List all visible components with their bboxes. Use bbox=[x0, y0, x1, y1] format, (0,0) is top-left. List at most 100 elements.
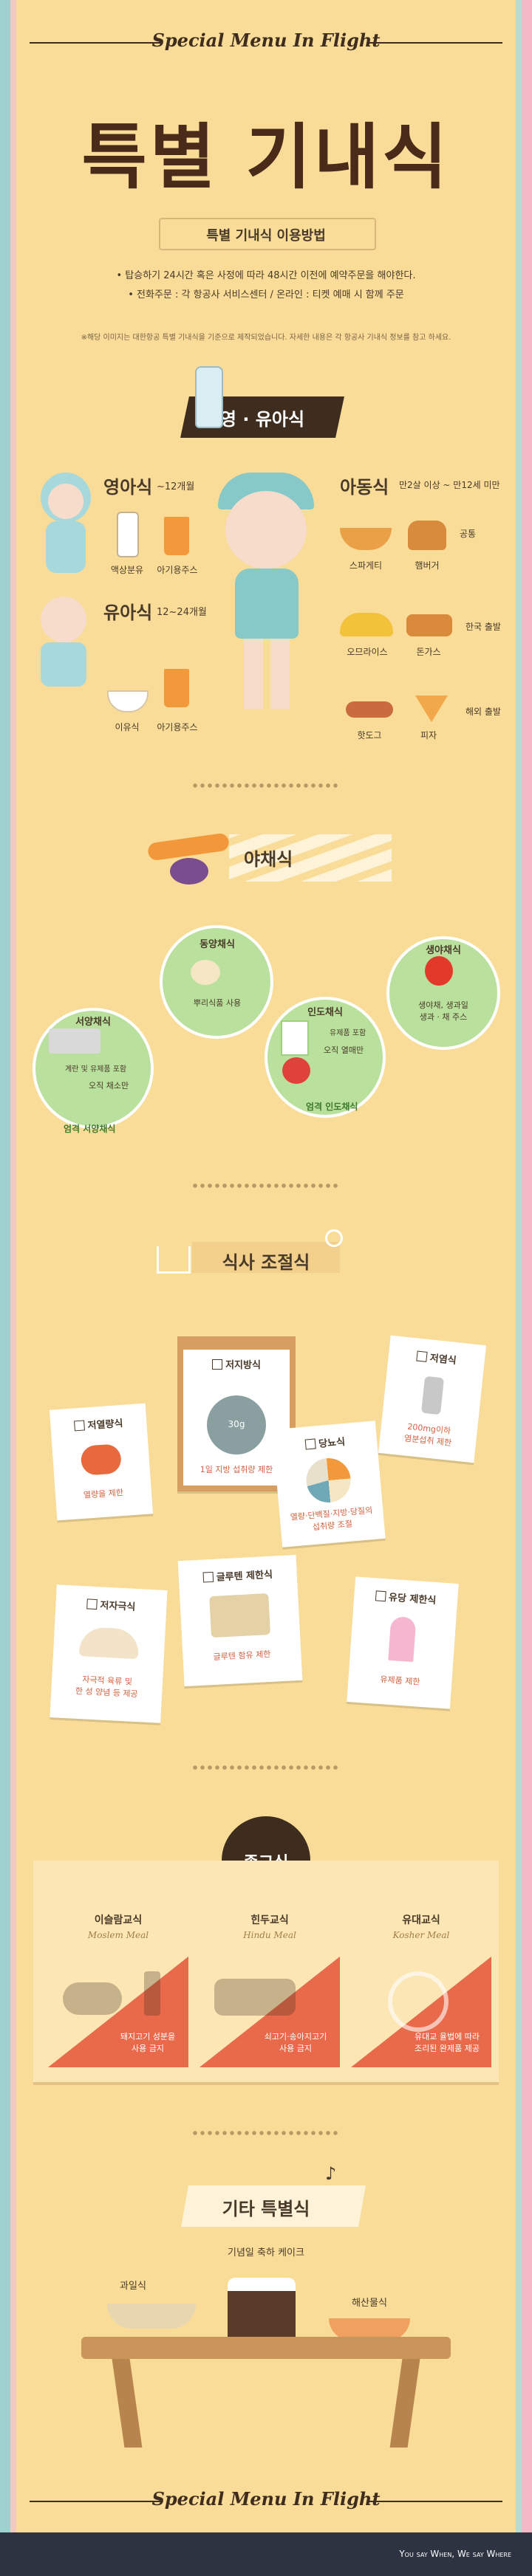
cow-icon bbox=[214, 1979, 296, 2016]
pepper-icon bbox=[425, 956, 453, 986]
table-leg-left bbox=[112, 2359, 143, 2448]
card-lowsalt: 저염식 200mg이하 염분섭취 제한 bbox=[378, 1335, 487, 1463]
kosher-script: Kosher Meal bbox=[392, 1930, 450, 1940]
flour-bag-icon bbox=[209, 1593, 271, 1638]
child-item-omurice: 오므라이스 bbox=[347, 647, 388, 657]
infant-item-juice: 아기용주스 bbox=[157, 565, 198, 575]
infant-title: 영아식 bbox=[103, 477, 153, 498]
child-leg-left bbox=[244, 639, 263, 709]
baby-food-bowl-icon bbox=[107, 690, 149, 712]
divider-3 bbox=[192, 1765, 340, 1770]
child-item-pizza: 피자 bbox=[420, 730, 437, 741]
toddler-item-food: 이유식 bbox=[115, 722, 140, 732]
child-title: 아동식 bbox=[340, 477, 389, 498]
veg-west-title: 서양채식 bbox=[75, 1017, 111, 1028]
child-item-spaghetti: 스파게티 bbox=[349, 560, 383, 571]
page-title: 특별 기내식 bbox=[81, 116, 451, 199]
kosher-desc: 유대교 율법에 따라 조리된 완제품 제공 bbox=[415, 2032, 480, 2053]
plate-icon bbox=[388, 1971, 449, 2032]
card-lowsalt-desc: 200mg이하 염분섭취 제한 bbox=[403, 1421, 452, 1449]
other-item-cake: 기념일 축하 케이크 bbox=[228, 2247, 304, 2259]
islam-script: Moslem Meal bbox=[87, 1930, 149, 1940]
child-item-hamburger: 햄버거 bbox=[415, 560, 440, 571]
card-lowcal-desc: 열량을 제한 bbox=[83, 1488, 124, 1500]
usage-line-1: • 탑승하기 24시간 혹은 사정에 따라 48시간 이전에 예약주문을 해야한… bbox=[116, 270, 416, 281]
usage-heading: 특별 기내식 이용방법 bbox=[206, 228, 326, 244]
music-note-icon: ♪ bbox=[325, 2163, 337, 2184]
card-lowsalt-title: 저염식 bbox=[429, 1353, 457, 1367]
card-lowfat-title: 저지방식 bbox=[225, 1360, 261, 1371]
usage-note: ※해당 이미지는 대한항공 특별 기내식을 기준으로 제작되었습니다. 자세한 … bbox=[81, 334, 451, 342]
veg-raw-desc: 생야채, 생과일 생과 · 채 주스 bbox=[418, 1000, 468, 1022]
garlic-icon bbox=[191, 960, 220, 985]
spoon-icon bbox=[325, 1229, 343, 1247]
veg-west-tag: 엄격 서양채식 bbox=[64, 1124, 116, 1134]
header-script-title: Special Menu In Flight bbox=[151, 30, 381, 51]
toddler-age: 12~24개월 bbox=[157, 607, 207, 618]
veg-banner-label: 야채식 bbox=[244, 849, 293, 870]
veg-east-title: 동양채식 bbox=[200, 939, 235, 950]
toddler-item-juice: 아기용주스 bbox=[157, 722, 198, 732]
card-glutenfree-title: 글루텐 제한식 bbox=[216, 1569, 273, 1584]
toddler-title: 유아식 bbox=[103, 602, 153, 623]
pizza-icon bbox=[415, 695, 448, 722]
hindu-script: Hindu Meal bbox=[243, 1930, 296, 1940]
card-diabetic-title: 당뇨식 bbox=[318, 1436, 346, 1450]
scale-value: 30g bbox=[228, 1419, 245, 1429]
measuring-cup-icon bbox=[157, 1246, 191, 1274]
toddler-face-icon bbox=[41, 597, 86, 642]
child-age: 만2살 이상 ~ 만12세 미만 bbox=[399, 480, 500, 490]
religion-col-hindu: 힌두교식 Hindu Meal 쇠고기·송아지고기 사용 금지 bbox=[200, 1912, 340, 2067]
pig-icon bbox=[63, 1982, 122, 2015]
veg-india-tag: 엄격 인도채식 bbox=[306, 1102, 358, 1112]
infant-age: ~12개월 bbox=[157, 481, 195, 492]
fruit-bowl-icon bbox=[107, 2304, 196, 2329]
other-banner-label: 기타 특별식 bbox=[222, 2199, 310, 2219]
usage-line-2: • 전화주문 : 각 항공사 서비스센터 / 온라인 : 티켓 예매 시 함께 … bbox=[128, 289, 404, 300]
child-tag-korea: 한국 출발 bbox=[466, 622, 501, 632]
infant-item-formula: 액상분유 bbox=[110, 565, 144, 575]
milk-carton-icon bbox=[281, 1020, 309, 1056]
eggplant-icon bbox=[170, 858, 208, 885]
religion-col-islam: 이슬람교식 Moslem Meal 돼지고기 성분을 사용 금지 bbox=[48, 1912, 188, 2067]
child-face-icon bbox=[225, 491, 307, 569]
toddler-body-icon bbox=[41, 642, 86, 687]
veg-india-title: 인도채식 bbox=[307, 1007, 343, 1018]
hotdog-icon bbox=[346, 701, 393, 718]
veg-india-desc2: 오직 열매만 bbox=[324, 1045, 364, 1055]
spaghetti-icon bbox=[340, 528, 392, 550]
footer-script-title: Special Menu In Flight bbox=[151, 2488, 381, 2510]
table-top bbox=[81, 2337, 451, 2359]
carrot-icon bbox=[146, 832, 231, 862]
divider-4 bbox=[192, 2130, 340, 2136]
other-item-fruit: 과일식 bbox=[120, 2281, 146, 2292]
juice-cup-icon bbox=[164, 517, 189, 555]
egg-carton-icon bbox=[49, 1028, 100, 1054]
divider-2 bbox=[192, 1183, 340, 1189]
child-leg-right bbox=[270, 639, 290, 709]
baby-bottle-icon bbox=[195, 366, 223, 428]
veg-west-desc: 계란 및 유제품 포함 bbox=[65, 1065, 127, 1074]
ice-cream-icon bbox=[388, 1615, 417, 1663]
hindu-desc: 쇠고기·송아지고기 사용 금지 bbox=[264, 2032, 327, 2053]
tomato-icon bbox=[282, 1057, 310, 1084]
child-tag-abroad: 해외 출발 bbox=[466, 707, 501, 717]
salt-shaker-icon bbox=[420, 1375, 445, 1415]
wine-bottle-icon bbox=[144, 1971, 160, 2016]
veg-raw-title: 생야채식 bbox=[426, 945, 461, 956]
hamburger-icon bbox=[408, 521, 446, 550]
child-item-cutlet: 돈가스 bbox=[416, 647, 441, 657]
child-item-hotdog: 핫도그 bbox=[357, 730, 382, 741]
veg-east-desc: 뿌리식품 사용 bbox=[193, 998, 242, 1008]
other-item-seafood: 해산물식 bbox=[352, 2298, 387, 2309]
table-leg-right bbox=[389, 2359, 420, 2448]
formula-bottle-icon bbox=[117, 512, 139, 557]
islam-title: 이슬람교식 bbox=[94, 1914, 143, 1926]
footer-tagline: You say When, We say Where bbox=[399, 2549, 511, 2559]
pie-chart-icon bbox=[304, 1456, 353, 1505]
infant-body-icon bbox=[46, 521, 86, 573]
card-bland: 저자극식 자극적 육류 및 한 성 양념 등 제공 bbox=[50, 1584, 168, 1723]
card-lactosefree-title: 유당 제한식 bbox=[388, 1592, 437, 1607]
infant-face-icon bbox=[48, 484, 83, 519]
veg-west-desc2: 오직 채소만 bbox=[89, 1081, 129, 1090]
